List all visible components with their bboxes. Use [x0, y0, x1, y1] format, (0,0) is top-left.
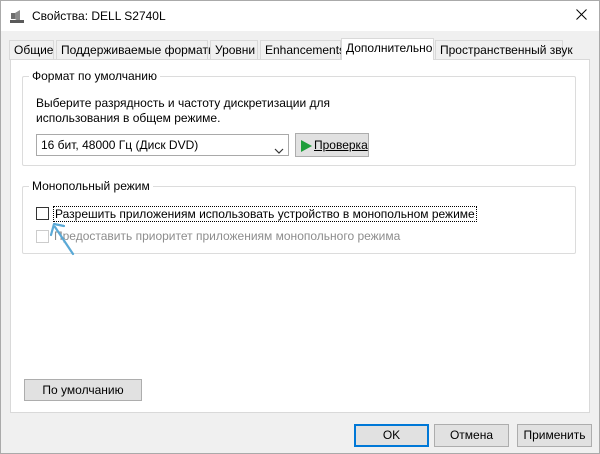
tab-enhancements[interactable]: Enhancements	[260, 40, 345, 60]
apply-button[interactable]: Применить	[517, 424, 592, 447]
chevron-down-icon	[274, 141, 284, 154]
exclusive-mode-group: Монопольный режим Разрешить приложениям …	[22, 179, 576, 254]
test-button[interactable]: Проверка	[295, 133, 369, 157]
tab-spatial-sound[interactable]: Пространственный звук	[435, 40, 573, 60]
restore-default-label: По умолчанию	[42, 383, 124, 397]
ok-button-label: OK	[382, 428, 401, 442]
allow-exclusive-label[interactable]: Разрешить приложениям использовать устро…	[53, 206, 477, 222]
title-bar: Свойства: DELL S2740L	[1, 1, 599, 31]
tab-levels[interactable]: Уровни	[210, 40, 258, 60]
ok-button[interactable]: OK	[354, 424, 429, 447]
annotation-arrow-icon	[49, 222, 75, 256]
tab-strip: Общие Поддерживаемые форматы Уровни Enha…	[9, 38, 589, 60]
tab-panel-advanced: Формат по умолчанию Выберите разрядность…	[10, 59, 590, 413]
close-button[interactable]	[563, 1, 599, 31]
priority-label: Предоставить приоритет приложениям моноп…	[54, 229, 401, 243]
default-format-group: Формат по умолчанию Выберите разрядность…	[22, 69, 576, 166]
default-format-group-label: Формат по умолчанию	[29, 69, 160, 83]
tab-supported-formats[interactable]: Поддерживаемые форматы	[56, 40, 217, 60]
apply-button-label: Применить	[523, 428, 586, 442]
close-icon	[575, 9, 587, 23]
format-select[interactable]: 16 бит, 48000 Гц (Диск DVD)	[36, 134, 289, 156]
test-button-label: Проверка	[314, 138, 368, 152]
play-icon	[299, 138, 313, 152]
default-format-description: Выберите разрядность и частоту дискретиз…	[36, 96, 331, 125]
speaker-icon	[10, 9, 24, 23]
properties-window: Свойства: DELL S2740L Общие Поддерживаем…	[0, 0, 600, 454]
window-title: Свойства: DELL S2740L	[32, 9, 166, 23]
restore-default-button[interactable]: По умолчанию	[24, 379, 142, 401]
format-select-value: 16 бит, 48000 Гц (Диск DVD)	[41, 138, 199, 152]
cancel-button-label: Отмена	[449, 428, 494, 442]
tab-general[interactable]: Общие	[9, 40, 54, 60]
cancel-button[interactable]: Отмена	[434, 424, 509, 447]
tab-advanced[interactable]: Дополнительно	[341, 38, 434, 60]
exclusive-mode-group-label: Монопольный режим	[29, 179, 153, 193]
